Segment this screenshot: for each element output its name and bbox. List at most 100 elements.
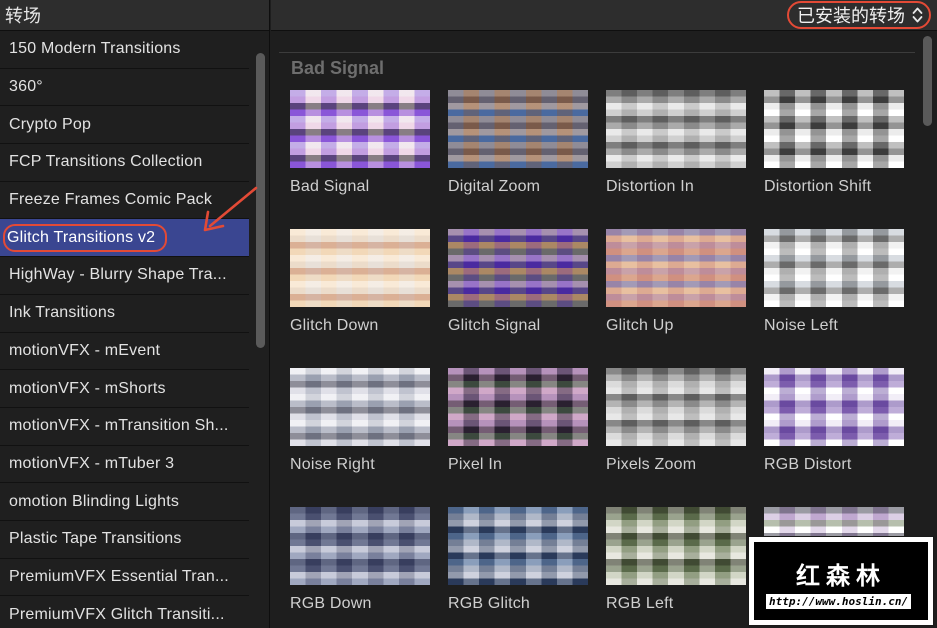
thumbnail-overlay xyxy=(606,229,746,307)
transition-thumbnail[interactable] xyxy=(290,368,430,446)
transition-tile[interactable]: Bad Signal xyxy=(290,90,430,196)
transition-thumbnail[interactable] xyxy=(764,90,904,168)
sidebar-item[interactable]: Glitch Transitions v2 xyxy=(0,219,249,258)
thumbnail-overlay xyxy=(448,229,588,307)
transition-tile[interactable]: Pixel In xyxy=(448,368,588,474)
transition-label: Distortion Shift xyxy=(764,178,872,195)
transition-thumbnail[interactable] xyxy=(290,90,430,168)
sidebar-item-label: Freeze Frames Comic Pack xyxy=(9,191,213,209)
transition-label: Glitch Up xyxy=(606,317,674,334)
transition-tile[interactable]: Distortion In xyxy=(606,90,746,196)
sidebar-item[interactable]: 360° xyxy=(0,69,249,107)
sidebar-item-label: Glitch Transitions v2 xyxy=(3,223,168,252)
transitions-browser: 已安装的转场 Bad Signal Bad Signal Digital Zoom… xyxy=(271,0,937,628)
thumbnail-overlay xyxy=(606,90,746,168)
sidebar-item[interactable]: HighWay - Blurry Shape Tra... xyxy=(0,257,249,295)
transition-tile[interactable]: RGB Down xyxy=(290,507,430,613)
thumbnail-overlay xyxy=(290,507,430,585)
transition-label: Distortion In xyxy=(606,178,694,195)
watermark-url: http://www.hoslin.cn/ xyxy=(766,594,912,609)
thumbnail-overlay xyxy=(290,229,430,307)
browser-scrollbar-thumb[interactable] xyxy=(923,36,932,126)
transition-tile[interactable]: Noise Left xyxy=(764,229,904,335)
sidebar-item[interactable]: 150 Modern Transitions xyxy=(0,31,249,69)
transition-thumbnail[interactable] xyxy=(448,90,588,168)
watermark-box: 红森林 http://www.hoslin.cn/ xyxy=(753,541,929,621)
sidebar-item[interactable]: omotion Blinding Lights xyxy=(0,483,249,521)
transition-tile[interactable]: Pixels Zoom xyxy=(606,368,746,474)
sidebar: 转场 150 Modern Transitions 360° Crypto Pop F… xyxy=(0,0,270,628)
browser-header: 已安装的转场 xyxy=(271,0,937,31)
transition-label: RGB Distort xyxy=(764,456,852,473)
sidebar-item[interactable]: Plastic Tape Transitions xyxy=(0,521,249,559)
transition-label: RGB Down xyxy=(290,595,372,612)
transition-thumbnail[interactable] xyxy=(290,507,430,585)
transition-thumbnail[interactable] xyxy=(606,507,746,585)
sidebar-item[interactable]: Ink Transitions xyxy=(0,295,249,333)
sidebar-item-label: motionVFX - mShorts xyxy=(9,379,166,397)
category-select[interactable]: 已安装的转场 xyxy=(787,1,931,29)
sidebar-item[interactable]: FCP Transitions Collection xyxy=(0,144,249,182)
sidebar-scrollbar[interactable] xyxy=(252,31,268,628)
transition-thumbnail[interactable] xyxy=(448,507,588,585)
sidebar-item-label: omotion Blinding Lights xyxy=(9,492,180,510)
sidebar-item-label: Ink Transitions xyxy=(9,304,116,322)
transition-label: RGB Glitch xyxy=(448,595,531,612)
thumbnail-overlay xyxy=(764,368,904,446)
transition-tile[interactable]: RGB Glitch xyxy=(448,507,588,613)
transition-label: Pixels Zoom xyxy=(606,456,697,473)
thumbnail-overlay xyxy=(606,368,746,446)
transition-tile[interactable]: RGB Distort xyxy=(764,368,904,474)
sidebar-item[interactable]: motionVFX - mShorts xyxy=(0,370,249,408)
sidebar-item-label: 360° xyxy=(9,78,43,96)
sidebar-scrollbar-thumb[interactable] xyxy=(256,53,265,348)
transition-tile[interactable]: Digital Zoom xyxy=(448,90,588,196)
sidebar-item-label: Plastic Tape Transitions xyxy=(9,530,182,548)
transition-tile[interactable]: Glitch Up xyxy=(606,229,746,335)
sidebar-item-label: Crypto Pop xyxy=(9,115,92,133)
thumbnail-overlay xyxy=(448,368,588,446)
transition-label: Noise Left xyxy=(764,317,839,334)
transition-label: Noise Right xyxy=(290,456,375,473)
transition-thumbnail[interactable] xyxy=(606,90,746,168)
transition-thumbnail[interactable] xyxy=(764,229,904,307)
thumbnail-overlay xyxy=(290,90,430,168)
sidebar-item[interactable]: Crypto Pop xyxy=(0,106,249,145)
transition-thumbnail[interactable] xyxy=(290,229,430,307)
sidebar-title: 转场 xyxy=(5,6,41,26)
transition-tile[interactable]: Glitch Signal xyxy=(448,229,588,335)
watermark-logo: 红森林 xyxy=(796,562,886,590)
thumbnail-overlay xyxy=(764,229,904,307)
sidebar-item-label: PremiumVFX Essential Tran... xyxy=(9,567,229,585)
sidebar-item[interactable]: motionVFX - mEvent xyxy=(0,333,249,371)
transition-label: RGB Left xyxy=(606,595,674,612)
sidebar-item-label: FCP Transitions Collection xyxy=(9,153,203,171)
sidebar-item[interactable]: PremiumVFX Glitch Transiti... xyxy=(0,596,249,628)
transition-thumbnail[interactable] xyxy=(606,229,746,307)
sidebar-item[interactable]: PremiumVFX Essential Tran... xyxy=(0,559,249,597)
sidebar-item-label: motionVFX - mEvent xyxy=(9,341,161,359)
sidebar-list: 150 Modern Transitions 360° Crypto Pop FCP … xyxy=(0,31,249,628)
sidebar-item[interactable]: motionVFX - mTuber 3 xyxy=(0,446,249,484)
transition-tile[interactable]: Glitch Down xyxy=(290,229,430,335)
transition-tile[interactable]: RGB Left xyxy=(606,507,746,613)
transition-tile[interactable]: Noise Right xyxy=(290,368,430,474)
transition-thumbnail[interactable] xyxy=(448,368,588,446)
transition-label: Digital Zoom xyxy=(448,178,541,195)
sidebar-item[interactable]: Freeze Frames Comic Pack xyxy=(0,182,249,220)
thumbnail-overlay xyxy=(290,368,430,446)
thumbnail-overlay xyxy=(448,507,588,585)
sidebar-item[interactable]: motionVFX - mTransition Sh... xyxy=(0,408,249,446)
sidebar-item-label: PremiumVFX Glitch Transiti... xyxy=(9,605,225,623)
sidebar-item-label: HighWay - Blurry Shape Tra... xyxy=(9,266,227,284)
thumbnail-overlay xyxy=(606,507,746,585)
transition-thumbnail[interactable] xyxy=(764,368,904,446)
thumbnail-overlay xyxy=(764,90,904,168)
category-select-value: 已安装的转场 xyxy=(797,6,905,26)
section-divider xyxy=(279,52,915,53)
transition-thumbnail[interactable] xyxy=(448,229,588,307)
transition-tile[interactable]: Distortion Shift xyxy=(764,90,904,196)
transition-thumbnail[interactable] xyxy=(606,368,746,446)
transition-label: Pixel In xyxy=(448,456,503,473)
sidebar-item-label: motionVFX - mTransition Sh... xyxy=(9,417,229,435)
